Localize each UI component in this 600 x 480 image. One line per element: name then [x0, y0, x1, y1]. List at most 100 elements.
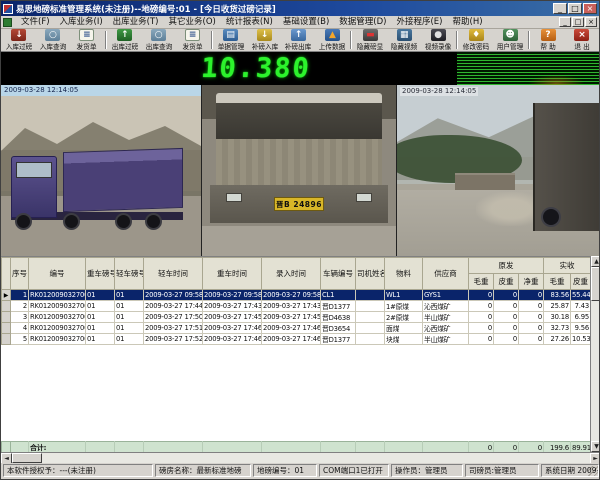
cell-recv-tare: 10.53 [571, 334, 591, 345]
toolbar-button-truck-in[interactable]: ↓入库过磅 [2, 29, 36, 51]
row-indicator [2, 334, 11, 345]
mdi-minimize-button[interactable]: _ [559, 17, 571, 27]
toolbar-separator [456, 31, 458, 49]
col-light-time[interactable]: 轻车时间 [144, 258, 203, 290]
menu-item-0[interactable]: 文件(F) [16, 16, 55, 28]
cell-orig-tare: 0 [494, 334, 519, 345]
menu-item-6[interactable]: 数据管理(D) [334, 16, 391, 28]
building [455, 173, 515, 191]
row-indicator-header [2, 258, 11, 290]
cell-supplier: GYS1 [423, 290, 469, 301]
menu-item-8[interactable]: 帮助(H) [448, 16, 488, 28]
toolbar-button-label: 用户管理 [497, 42, 524, 52]
menu-item-1[interactable]: 入库业务(I) [55, 16, 108, 28]
toolbar-separator [350, 31, 352, 49]
cell-driver [356, 334, 385, 345]
toolbar-button-docs[interactable]: ▤单据管理 [214, 29, 248, 51]
table-row[interactable]: 3RK012009032700000301012009-03-27 17:50:… [2, 312, 591, 323]
note-icon: ≡ [79, 29, 94, 41]
cell-orig-net: 0 [519, 312, 544, 323]
status-panel-5: 司磅员:管理员 [465, 464, 539, 477]
toolbar-button-makeup-out[interactable]: ↑补磅出库 [282, 29, 316, 51]
menu-item-5[interactable]: 基础设置(B) [278, 16, 334, 28]
search-out-icon: ○ [151, 29, 166, 41]
status-panel-4: 操作员：管理员 [391, 464, 463, 477]
toolbar-button-password[interactable]: ♦修改密码 [459, 29, 493, 51]
toolbar-button-record[interactable]: ●视频录像 [421, 29, 455, 51]
cell-vehicle-no: 晋D3654 [321, 323, 356, 334]
cell-heavy-scale-no: 01 [86, 301, 115, 312]
col-light-scale-no[interactable]: 轻车磅号 [115, 258, 144, 290]
col-orig-tare[interactable]: 皮重 [494, 274, 519, 290]
col-material[interactable]: 物料 [385, 258, 423, 290]
note-icon: ≡ [185, 29, 200, 41]
cell-record-id: RK0120090327000002 [29, 301, 86, 312]
cell-driver [356, 290, 385, 301]
cell-supplier: 沁西煤矿 [423, 301, 469, 312]
toolbar-button-label: 补磅出库 [285, 42, 312, 52]
table-row[interactable]: 5RK012009032700000501012009-03-27 17:52:… [2, 334, 591, 345]
toolbar-button-note[interactable]: ≡发货单 [70, 29, 104, 51]
cell-light-scale-no: 01 [115, 301, 144, 312]
col-heavy-time[interactable]: 重车时间 [203, 258, 262, 290]
toolbar-button-search-out[interactable]: ○出库查询 [142, 29, 176, 51]
vertical-scroll-thumb[interactable] [591, 267, 600, 301]
minimize-button[interactable]: _ [553, 3, 567, 14]
col-orig-gross[interactable]: 毛重 [469, 274, 494, 290]
cell-record-id: RK0120090327000001 [29, 290, 86, 301]
col-recv-tare[interactable]: 皮重 [571, 274, 591, 290]
status-panel-2: 地磅编号：01 [253, 464, 317, 477]
toolbar-button-users[interactable]: ☻用户管理 [493, 29, 527, 51]
status-bar: 本软件授权予：---(未注册)磅房名称：最新标准地磅地磅编号：01COM端口1已… [1, 463, 600, 478]
table-row[interactable]: 2RK012009032700000201012009-03-27 17:44:… [2, 301, 591, 312]
close-button[interactable]: × [583, 3, 597, 14]
menu-item-4[interactable]: 统计报表(N) [221, 16, 278, 28]
toolbar-button-exit[interactable]: ×退 出 [565, 29, 599, 51]
table-row[interactable]: ▶1RK012009032700000101012009-03-27 09:58… [2, 290, 591, 301]
cell-heavy-time: 2009-03-27 17:43:00 [203, 301, 262, 312]
toolbar-button-label: 发货单 [77, 42, 97, 52]
toolbar-button-hide-display[interactable]: ▬隐藏磅显 [353, 29, 387, 51]
status-panel-1: 磅房名称：最新标准地磅 [155, 464, 251, 477]
toolbar-button-makeup-in[interactable]: ↓补磅入库 [248, 29, 282, 51]
cell-light-time: 2009-03-27 17:44:00 [144, 301, 203, 312]
truck-grille [216, 139, 382, 185]
app-window: 易思地磅标准管理系统(未注册)--地磅编号:01 - [今日收货过磅记录] _ … [0, 0, 600, 480]
col-seq[interactable]: 序号 [11, 258, 29, 290]
cell-light-scale-no: 01 [115, 290, 144, 301]
docs-icon: ▤ [223, 29, 238, 41]
menu-item-3[interactable]: 其它业务(O) [164, 16, 221, 28]
col-orig-net[interactable]: 净重 [519, 274, 544, 290]
toolbar-separator [105, 31, 107, 49]
horizontal-scrollbar[interactable]: ◄ ► [1, 452, 600, 463]
col-entry-time[interactable]: 录入时间 [262, 258, 321, 290]
maximize-button[interactable]: □ [568, 3, 582, 14]
col-supplier[interactable]: 供应商 [423, 258, 469, 290]
horizontal-scroll-thumb[interactable] [12, 453, 42, 463]
toolbar-button-truck-out[interactable]: ↑出库过磅 [108, 29, 142, 51]
menu-item-2[interactable]: 出库业务(T) [108, 16, 164, 28]
col-driver[interactable]: 司机姓名 [356, 258, 385, 290]
scroll-down-button[interactable]: ▼ [591, 441, 600, 452]
cell-entry-time: 2009-03-27 17:46:00 [262, 323, 321, 334]
toolbar-button-note[interactable]: ≡发货单 [176, 29, 210, 51]
col-heavy-scale-no[interactable]: 重车磅号 [86, 258, 115, 290]
mdi-restore-button[interactable]: □ [572, 17, 584, 27]
scroll-up-button[interactable]: ▲ [591, 256, 600, 267]
vertical-scrollbar[interactable]: ▲ ▼ [590, 256, 600, 452]
records-grid: 序号 编号 重车磅号 轻车磅号 轻车时间 重车时间 录入时间 车辆编号 司机姓名… [1, 256, 590, 452]
cell-orig-tare: 0 [494, 312, 519, 323]
col-record-id[interactable]: 编号 [29, 258, 86, 290]
col-vehicle-no[interactable]: 车辆编号 [321, 258, 356, 290]
mdi-close-button[interactable]: × [585, 17, 597, 27]
cell-orig-net: 0 [519, 301, 544, 312]
toolbar-button-upload[interactable]: ▲上传数据 [315, 29, 349, 51]
table-row[interactable]: 4RK012009032700000401012009-03-27 17:51:… [2, 323, 591, 334]
toolbar-button-search-in[interactable]: ○入库查询 [36, 29, 70, 51]
col-recv-gross[interactable]: 毛重 [544, 274, 571, 290]
toolbar-button-hide-video[interactable]: ▦隐藏视频 [387, 29, 421, 51]
toolbar-button-help[interactable]: ?帮 助 [531, 29, 565, 51]
menu-item-7[interactable]: 外接程序(E) [391, 16, 447, 28]
group-received: 实收 [544, 258, 591, 274]
status-panel-0: 本软件授权予：---(未注册) [3, 464, 153, 477]
